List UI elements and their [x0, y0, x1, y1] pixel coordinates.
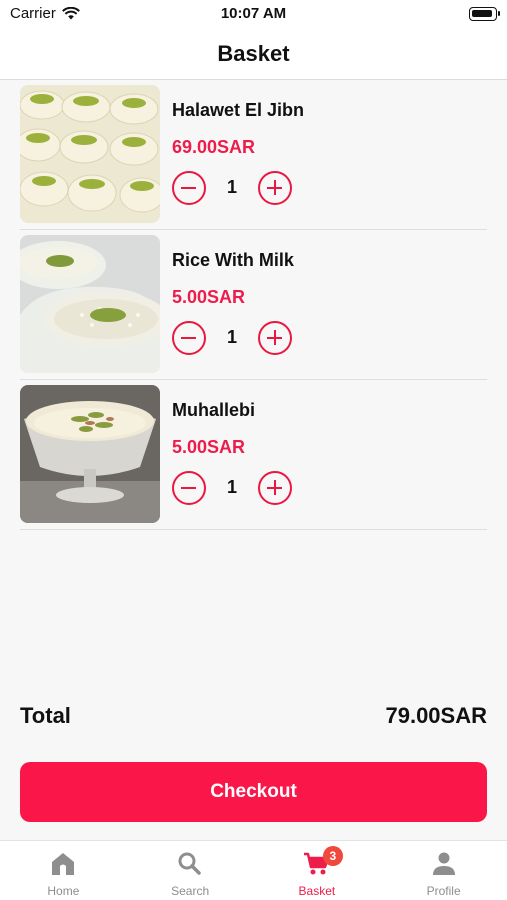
- muhallebi-photo: [20, 385, 160, 523]
- home-icon: [52, 853, 75, 875]
- total-label: Total: [20, 703, 71, 728]
- basket-list: Halawet El Jibn 69.00SAR 1 Rice With Mil…: [20, 80, 487, 530]
- item-price: 5.00SAR: [172, 287, 246, 307]
- decrease-quantity-button[interactable]: [172, 321, 206, 355]
- tab-home-label: Home: [47, 884, 80, 898]
- halawet-el-jibn-photo: [20, 85, 160, 223]
- decrease-quantity-button[interactable]: [172, 471, 206, 505]
- quantity-value: 1: [226, 477, 237, 497]
- tab-basket-label: Basket: [298, 884, 336, 898]
- person-icon: [432, 852, 455, 875]
- item-name: Rice With Milk: [172, 250, 294, 270]
- quantity-value: 1: [226, 177, 237, 197]
- increase-quantity-button[interactable]: [258, 171, 292, 205]
- quantity-stepper: 1: [172, 471, 292, 505]
- tab-profile[interactable]: Profile: [380, 841, 507, 900]
- total-value: 79.00SAR: [385, 703, 487, 728]
- quantity-stepper: 1: [172, 171, 292, 205]
- navigation-bar: Basket: [0, 28, 507, 80]
- tab-bar: Home Search 3 Basket Profile: [0, 840, 507, 900]
- tab-profile-label: Profile: [426, 884, 461, 898]
- tab-home[interactable]: Home: [0, 841, 127, 900]
- item-price: 5.00SAR: [172, 437, 246, 457]
- battery-icon: [469, 7, 500, 21]
- decrease-quantity-button[interactable]: [172, 171, 206, 205]
- tab-search-label: Search: [171, 884, 210, 898]
- status-time: 10:07 AM: [220, 5, 287, 22]
- minus-icon: [181, 336, 196, 339]
- quantity-value: 1: [226, 327, 237, 347]
- cart-count-badge: 3: [322, 846, 343, 866]
- tab-search[interactable]: Search: [127, 841, 254, 900]
- tab-basket[interactable]: 3 Basket: [254, 841, 381, 900]
- quantity-stepper: 1: [172, 321, 292, 355]
- increase-quantity-button[interactable]: [258, 471, 292, 505]
- item-name: Halawet El Jibn: [172, 100, 305, 120]
- basket-item: Halawet El Jibn 69.00SAR 1: [20, 80, 487, 230]
- basket-item: Rice With Milk 5.00SAR 1: [20, 230, 487, 380]
- search-icon: [178, 852, 201, 875]
- rice-with-milk-photo: [20, 235, 160, 373]
- basket-item: Muhallebi 5.00SAR 1: [20, 380, 487, 530]
- page-title: Basket: [217, 40, 290, 66]
- minus-icon: [181, 186, 196, 189]
- minus-icon: [181, 486, 196, 489]
- item-price: 69.00SAR: [172, 137, 256, 157]
- increase-quantity-button[interactable]: [258, 321, 292, 355]
- checkout-button[interactable]: Checkout: [20, 762, 487, 822]
- status-bar: Carrier 10:07 AM: [0, 0, 507, 28]
- item-name: Muhallebi: [172, 400, 256, 420]
- total-row: Total 79.00SAR: [20, 703, 487, 735]
